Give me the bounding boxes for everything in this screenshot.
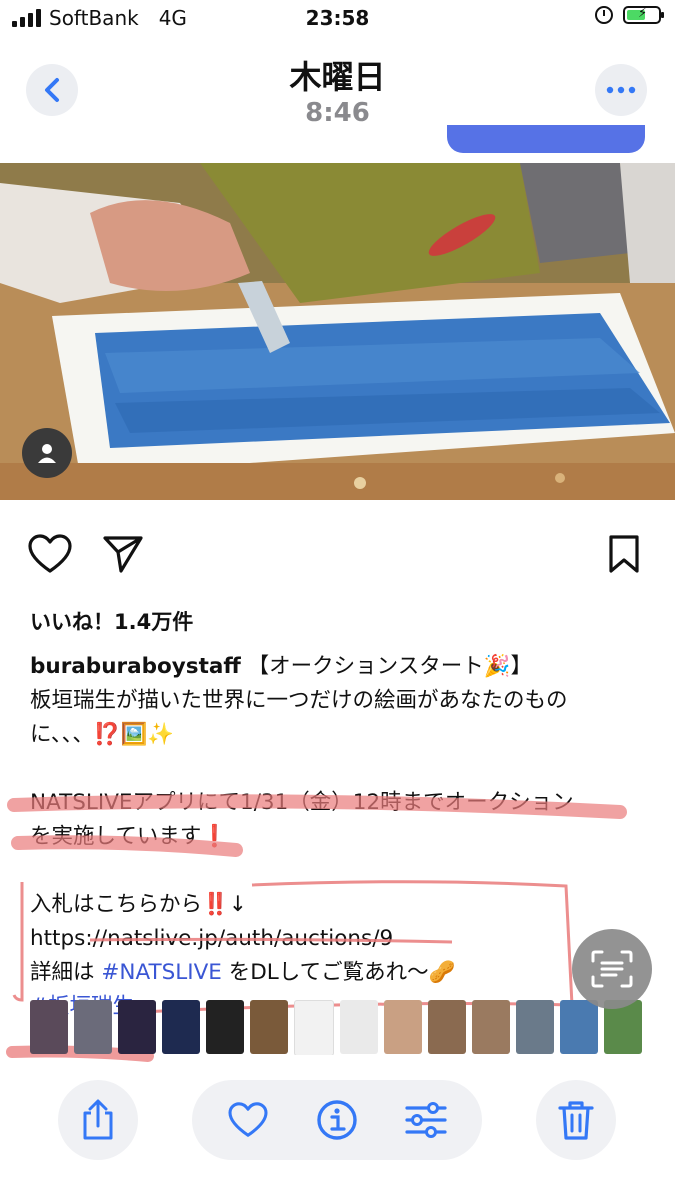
thumbnail[interactable] bbox=[384, 1000, 422, 1054]
thumbnail[interactable] bbox=[516, 1000, 554, 1054]
thumbnail[interactable] bbox=[472, 1000, 510, 1054]
thumbnail[interactable] bbox=[206, 1000, 244, 1054]
adjust-button[interactable] bbox=[402, 1096, 450, 1144]
share-button[interactable] bbox=[58, 1080, 138, 1160]
thumbnail[interactable] bbox=[74, 1000, 112, 1054]
share-icon bbox=[83, 1099, 113, 1140]
favorite-icon bbox=[228, 1102, 268, 1137]
bottom-toolbar bbox=[0, 1080, 675, 1170]
thumbnail[interactable] bbox=[250, 1000, 288, 1054]
adjust-icon bbox=[405, 1102, 447, 1138]
delete-button[interactable] bbox=[536, 1080, 616, 1160]
photo-thumbnail-strip bbox=[30, 1000, 650, 1055]
favorite-button[interactable] bbox=[224, 1096, 272, 1144]
thumbnail[interactable] bbox=[560, 1000, 598, 1054]
thumbnail[interactable] bbox=[162, 1000, 200, 1054]
thumbnail[interactable] bbox=[30, 1000, 68, 1054]
trash-icon bbox=[558, 1101, 594, 1140]
toolbar-actions-group bbox=[192, 1080, 482, 1160]
info-button[interactable] bbox=[313, 1096, 361, 1144]
thumbnail[interactable] bbox=[428, 1000, 466, 1054]
text-scan-icon bbox=[591, 950, 633, 988]
thumbnail[interactable] bbox=[340, 1000, 378, 1054]
live-text-button[interactable] bbox=[572, 929, 652, 1009]
thumbnail[interactable] bbox=[118, 1000, 156, 1054]
info-icon bbox=[317, 1100, 357, 1140]
thumbnail[interactable] bbox=[294, 1000, 334, 1055]
